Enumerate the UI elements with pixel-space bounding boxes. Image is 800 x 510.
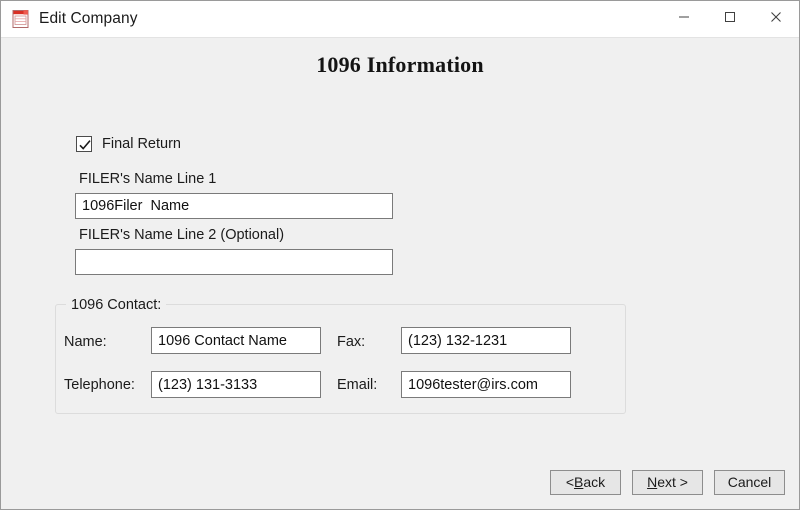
back-button-accel: B [574, 474, 584, 490]
back-button-prefix: < [565, 474, 575, 490]
back-button-suffix: ack [583, 474, 606, 490]
page-title: 1096 Information [316, 52, 484, 77]
filer-name-line2-label: FILER's Name Line 2 (Optional) [79, 227, 285, 243]
final-return-checkbox[interactable] [76, 136, 92, 152]
close-icon [770, 10, 782, 28]
contact-telephone-label: Telephone: [64, 377, 135, 393]
edit-company-window: Edit Company 1096 Information Final Retu… [0, 0, 800, 510]
cancel-button[interactable]: Cancel [714, 469, 785, 495]
check-icon [79, 140, 91, 150]
contact-name-label: Name: [64, 334, 107, 350]
contact-name-input[interactable]: 1096 Contact Name [151, 327, 321, 354]
close-button[interactable] [753, 1, 799, 37]
form-document-icon [10, 8, 32, 30]
minimize-icon [678, 10, 690, 28]
window-controls [661, 1, 799, 37]
client-area: 1096 Information Final Return FILER's Na… [1, 37, 799, 509]
contact-fax-input[interactable]: (123) 132-1231 [401, 327, 571, 354]
title-bar: Edit Company [1, 1, 799, 37]
contact-email-input[interactable]: 1096tester@irs.com [401, 371, 571, 398]
contact-telephone-input[interactable]: (123) 131-3133 [151, 371, 321, 398]
window-title: Edit Company [39, 10, 138, 27]
maximize-button[interactable] [707, 1, 753, 37]
filer-name-line1-label: FILER's Name Line 1 [79, 171, 217, 187]
minimize-button[interactable] [661, 1, 707, 37]
next-button-accel: N [647, 474, 658, 490]
contact-fax-label: Fax: [337, 334, 366, 350]
next-button-suffix: ext > [657, 474, 688, 490]
next-button[interactable]: Next > [632, 469, 703, 495]
final-return-row[interactable]: Final Return [76, 136, 181, 152]
final-return-label: Final Return [102, 136, 181, 152]
filer-name-line1-input[interactable]: 1096Filer Name [75, 193, 393, 219]
contact-groupbox-title: 1096 Contact: [66, 297, 167, 313]
contact-email-label: Email: [337, 377, 378, 393]
maximize-icon [724, 10, 736, 28]
filer-name-line2-input[interactable] [75, 249, 393, 275]
footer-button-bar: < Back Next > Cancel [1, 455, 799, 509]
back-button[interactable]: < Back [550, 469, 621, 495]
